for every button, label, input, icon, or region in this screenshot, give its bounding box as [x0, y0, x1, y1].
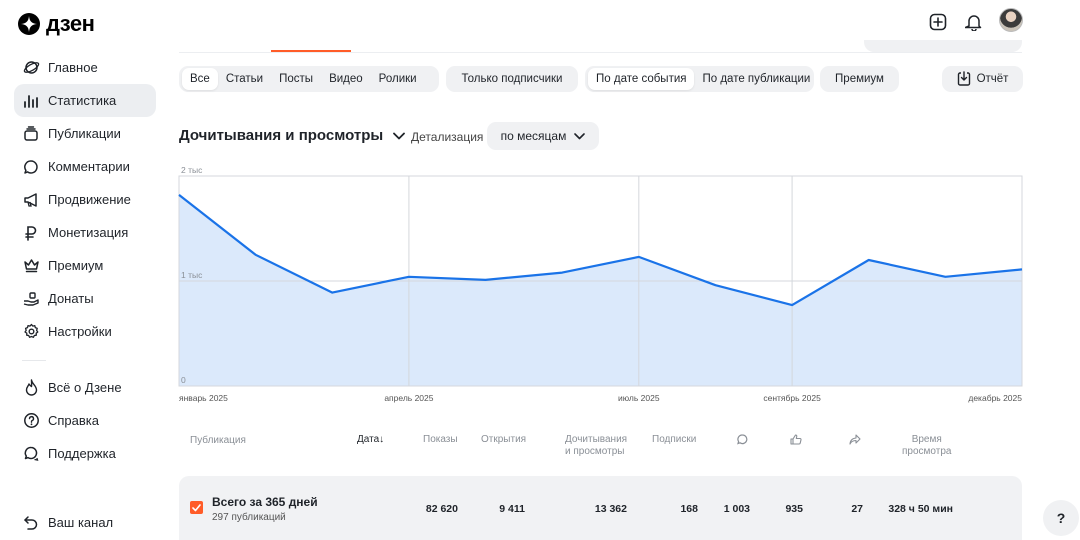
y-tick-label: 2 тыс [181, 165, 203, 175]
x-tick-label: апрель 2025 [384, 393, 433, 403]
column-reads-line1: Дочитывания [565, 434, 628, 445]
column-likes[interactable] [790, 432, 802, 450]
line-chart: 0 1 тыс 2 тыс январь 2025 апрель 2025 июль 20… [178, 165, 1023, 403]
x-tick-label: сентябрь 2025 [763, 393, 821, 403]
column-view-time-line1: Время [911, 434, 942, 445]
share-icon [849, 434, 861, 445]
column-reads[interactable]: Дочитывания и просмотры [565, 434, 627, 458]
column-publication[interactable]: Публикация [190, 435, 246, 447]
check-icon [192, 503, 201, 511]
x-tick-label: июль 2025 [618, 393, 660, 403]
summary-shows: 82 620 [425, 503, 458, 515]
summary-view-time: 328 ч 50 мин [888, 503, 953, 515]
column-reads-line2: и просмотры [565, 446, 625, 457]
summary-comments: 1 003 [723, 503, 750, 515]
column-opens[interactable]: Открытия [481, 434, 526, 446]
series-area [179, 194, 1022, 386]
comment-icon [737, 434, 748, 445]
summary-title: Всего за 365 дней [212, 495, 318, 509]
column-subscriptions[interactable]: Подписки [652, 434, 696, 446]
summary-opens: 9 411 [499, 503, 525, 515]
column-shares[interactable] [849, 432, 861, 450]
column-comments[interactable] [737, 432, 748, 450]
summary-subtitle: 297 публикаций [212, 512, 286, 523]
summary-subscriptions: 168 [680, 503, 698, 515]
summary-reads: 13 362 [594, 503, 627, 515]
column-view-time-line2: просмотра [902, 446, 952, 457]
sort-down-arrow-icon: ↓ [379, 434, 385, 445]
x-tick-label: декабрь 2025 [968, 393, 1022, 403]
column-date[interactable]: Дата↓ [357, 434, 384, 446]
y-tick-label: 0 [181, 375, 186, 385]
x-tick-label: январь 2025 [179, 393, 228, 403]
summary-shares: 27 [851, 503, 863, 515]
summary-checkbox[interactable] [190, 501, 203, 514]
column-view-time[interactable]: Время просмотра [902, 434, 951, 458]
like-icon [790, 434, 802, 445]
column-date-label: Дата [357, 434, 380, 445]
summary-likes: 935 [785, 503, 803, 515]
y-tick-label: 1 тыс [181, 270, 203, 280]
help-button[interactable]: ? [1043, 500, 1079, 536]
column-shows[interactable]: Показы [423, 434, 458, 446]
